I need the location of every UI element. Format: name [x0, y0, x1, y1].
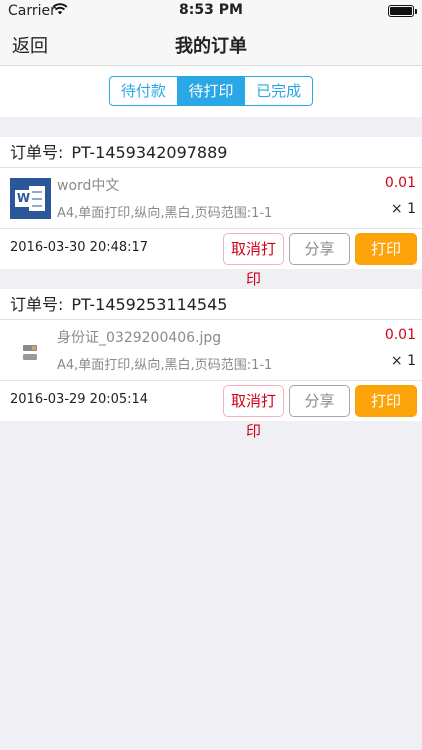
- print-button[interactable]: 打印: [355, 385, 417, 417]
- tab-pending-payment[interactable]: 待付款: [110, 77, 178, 105]
- status-time: 8:53 PM: [179, 2, 243, 18]
- order-number: PT-1459253114545: [71, 295, 228, 314]
- print-button[interactable]: 打印: [355, 233, 417, 265]
- image-thumbnail-icon: [10, 330, 51, 371]
- order-card: 订单号: PT-1459253114545 身份证_0329200406.jpg…: [0, 289, 422, 440]
- order-item[interactable]: W word中文 0.01 A4,单面打印,纵向,黑白,页码范围:1-1 × 1: [0, 168, 422, 229]
- word-document-icon: W: [10, 178, 51, 219]
- order-item[interactable]: 身份证_0329200406.jpg 0.01 A4,单面打印,纵向,黑白,页码…: [0, 320, 422, 381]
- item-quantity: × 1: [390, 353, 416, 369]
- print-spec: A4,单面打印,纵向,黑白,页码范围:1-1: [57, 358, 273, 373]
- tab-completed[interactable]: 已完成: [245, 77, 312, 105]
- status-bar: Carrier 8:53 PM: [0, 0, 422, 22]
- order-status-segmented-control: 待付款 待打印 已完成: [109, 76, 313, 106]
- share-button[interactable]: 分享: [289, 233, 350, 265]
- cancel-print-button[interactable]: 取消打印: [223, 233, 284, 288]
- item-price: 0.01: [384, 327, 416, 343]
- print-spec: A4,单面打印,纵向,黑白,页码范围:1-1: [57, 206, 273, 221]
- order-date: 2016-03-29 20:05:14: [10, 392, 149, 407]
- page-title: 我的订单: [175, 36, 247, 57]
- share-button[interactable]: 分享: [289, 385, 350, 417]
- navigation-bar: 返回 我的订单: [0, 22, 422, 66]
- order-number: PT-1459342097889: [71, 143, 228, 162]
- order-header: 订单号: PT-1459253114545: [0, 289, 422, 320]
- order-number-label: 订单号:: [10, 143, 64, 162]
- order-date: 2016-03-30 20:48:17: [10, 240, 149, 255]
- tab-pending-print[interactable]: 待打印: [177, 77, 246, 105]
- order-header: 订单号: PT-1459342097889: [0, 137, 422, 168]
- file-name: 身份证_0329200406.jpg: [57, 330, 222, 346]
- item-price: 0.01: [384, 175, 416, 191]
- order-number-label: 订单号:: [10, 295, 64, 314]
- file-name: word中文: [57, 178, 120, 194]
- order-footer: 2016-03-29 20:05:14 取消打印 分享 打印: [0, 381, 422, 440]
- order-footer: 2016-03-30 20:48:17 取消打印 分享 打印: [0, 229, 422, 288]
- battery-icon: [388, 5, 417, 17]
- item-quantity: × 1: [390, 201, 416, 217]
- cancel-print-button[interactable]: 取消打印: [223, 385, 284, 440]
- tab-bar-area: 待付款 待打印 已完成: [0, 66, 422, 117]
- order-card: 订单号: PT-1459342097889 W word中文 0.01 A4,单…: [0, 137, 422, 288]
